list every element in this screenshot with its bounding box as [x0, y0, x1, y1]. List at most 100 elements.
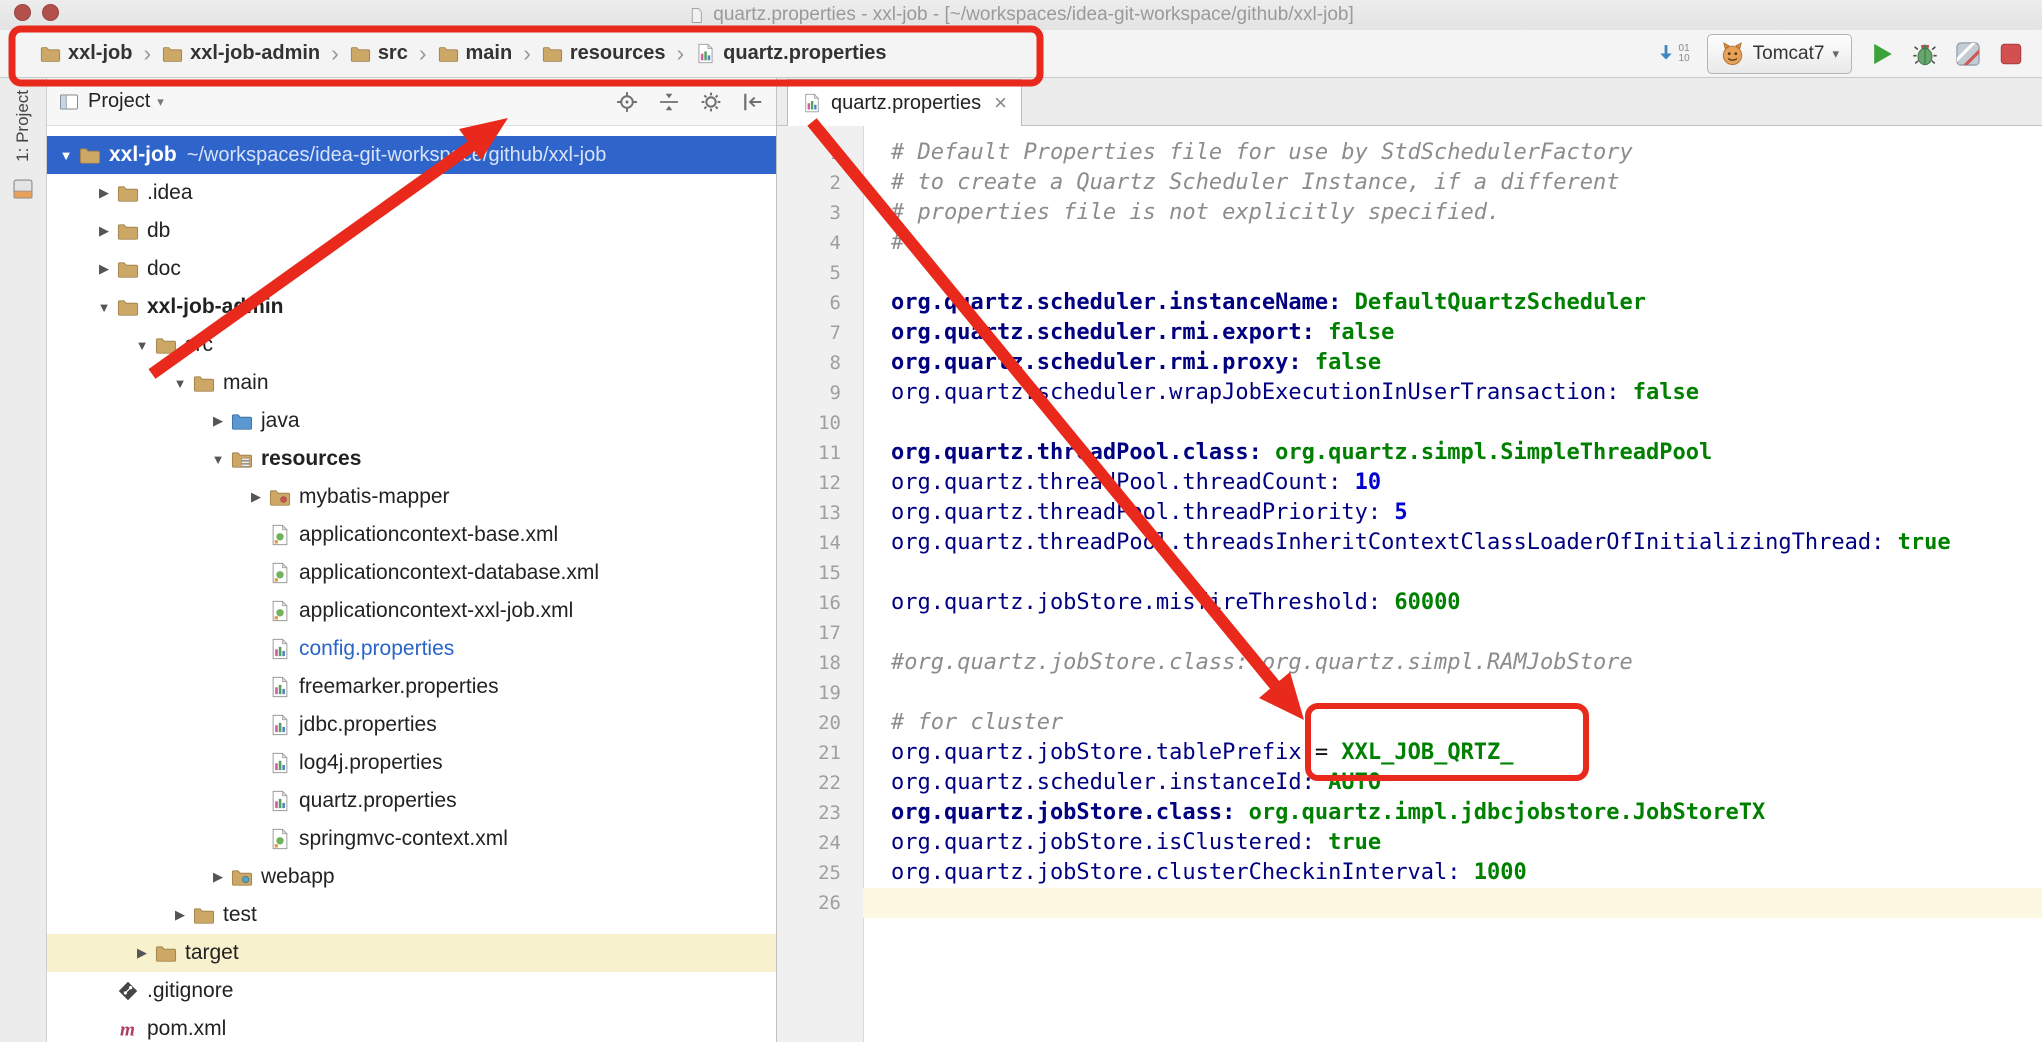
tree-item-xxl-job[interactable]: ▼xxl-job~/workspaces/idea-git-workspace/… [47, 136, 776, 174]
breadcrumb-item-resources[interactable]: resources [542, 42, 666, 65]
tool-window-icon[interactable] [12, 178, 34, 200]
chevron-collapsed-icon[interactable]: ▶ [167, 907, 193, 923]
code-text[interactable]: org.quartz.scheduler.rmi.proxy: false [863, 348, 2042, 378]
line-number: 24 [777, 828, 863, 858]
chevron-expanded-icon[interactable]: ▼ [167, 376, 193, 391]
tree-item-quartz.properties[interactable]: quartz.properties [47, 782, 776, 820]
tool-window-stripe: 1: Project [0, 78, 47, 1042]
code-text[interactable] [863, 408, 2042, 438]
code-text[interactable]: org.quartz.threadPool.threadsInheritCont… [863, 528, 2042, 558]
code-text[interactable]: # to create a Quartz Scheduler Instance,… [863, 168, 2042, 198]
chevron-collapsed-icon[interactable]: ▶ [91, 185, 117, 201]
code-area[interactable]: 1# Default Properties file for use by St… [777, 126, 2042, 918]
code-text[interactable]: org.quartz.scheduler.instanceName: Defau… [863, 288, 2042, 318]
window-minimize-button[interactable] [42, 4, 59, 21]
source-folder-icon [231, 410, 253, 432]
tree-item-applicationcontext-xxl-job.xml[interactable]: applicationcontext-xxl-job.xml [47, 592, 776, 630]
chevron-expanded-icon[interactable]: ▼ [205, 452, 231, 467]
tree-item-log4j.properties[interactable]: log4j.properties [47, 744, 776, 782]
code-text[interactable] [863, 558, 2042, 588]
code-text[interactable]: # for cluster [863, 708, 2042, 738]
tree-item-test[interactable]: ▶test [47, 896, 776, 934]
code-text[interactable]: # [863, 228, 2042, 258]
chevron-collapsed-icon[interactable]: ▶ [129, 945, 155, 961]
properties-file-icon [269, 638, 291, 660]
code-text[interactable]: org.quartz.jobStore.isClustered: true [863, 828, 2042, 858]
tree-item-path: ~/workspaces/idea-git-workspace/github/x… [187, 144, 607, 167]
hide-panel-icon[interactable] [742, 91, 764, 113]
stop-button[interactable] [1998, 41, 2024, 67]
code-text[interactable]: org.quartz.threadPool.class: org.quartz.… [863, 438, 2042, 468]
tree-item-webapp[interactable]: ▶webapp [47, 858, 776, 896]
code-text[interactable] [863, 888, 2042, 918]
code-token [1302, 740, 1315, 765]
run-button[interactable] [1869, 41, 1895, 67]
chevron-collapsed-icon[interactable]: ▶ [205, 869, 231, 885]
code-text[interactable]: org.quartz.scheduler.instanceId: AUTO [863, 768, 2042, 798]
tree-item-pom.xml[interactable]: mpom.xml [47, 1010, 776, 1042]
tree-item-resources[interactable]: ▼resources [47, 440, 776, 478]
code-text[interactable] [863, 618, 2042, 648]
chevron-down-icon[interactable]: ▾ [157, 94, 164, 110]
code-text[interactable]: org.quartz.threadPool.threadPriority: 5 [863, 498, 2042, 528]
chevron-expanded-icon[interactable]: ▼ [91, 300, 117, 315]
tree-item-java[interactable]: ▶java [47, 402, 776, 440]
tree-item-target[interactable]: ▶target [47, 934, 776, 972]
tree-item-.idea[interactable]: ▶.idea [47, 174, 776, 212]
code-token: XXL_JOB_QRTZ_ [1341, 740, 1513, 765]
code-text[interactable]: org.quartz.scheduler.wrapJobExecutionInU… [863, 378, 2042, 408]
tree-item-mybatis-mapper[interactable]: ▶mybatis-mapper [47, 478, 776, 516]
code-text[interactable]: # properties file is not explicitly spec… [863, 198, 2042, 228]
chevron-collapsed-icon[interactable]: ▶ [91, 261, 117, 277]
code-text[interactable]: org.quartz.jobStore.misfireThreshold: 60… [863, 588, 2042, 618]
chevron-collapsed-icon[interactable]: ▶ [91, 223, 117, 239]
code-text[interactable] [863, 678, 2042, 708]
locate-icon[interactable] [616, 91, 638, 113]
code-text[interactable]: org.quartz.jobStore.class: org.quartz.im… [863, 798, 2042, 828]
tree-item-src[interactable]: ▼src [47, 326, 776, 364]
incoming-count-bottom: 10 [1679, 54, 1690, 64]
editor-body: 1# Default Properties file for use by St… [777, 126, 2042, 1042]
code-token [1341, 470, 1354, 495]
coverage-button[interactable] [1955, 41, 1981, 67]
breadcrumb-item-xxl-job-admin[interactable]: xxl-job-admin [162, 42, 320, 65]
code-text[interactable]: # Default Properties file for use by Std… [863, 138, 2042, 168]
code-text[interactable]: org.quartz.jobStore.clusterCheckinInterv… [863, 858, 2042, 888]
code-text[interactable]: org.quartz.scheduler.rmi.export: false [863, 318, 2042, 348]
code-text[interactable]: org.quartz.threadPool.threadCount: 10 [863, 468, 2042, 498]
tree-item-.gitignore[interactable]: .gitignore [47, 972, 776, 1010]
tree-item-db[interactable]: ▶db [47, 212, 776, 250]
tree-item-freemarker.properties[interactable]: freemarker.properties [47, 668, 776, 706]
code-line-22: 22org.quartz.scheduler.instanceId: AUTO [777, 768, 2042, 798]
code-text[interactable]: #org.quartz.jobStore.class: org.quartz.s… [863, 648, 2042, 678]
project-stripe-button[interactable]: 1: Project [13, 90, 33, 162]
chevron-expanded-icon[interactable]: ▼ [129, 338, 155, 353]
tree-item-xxl-job-admin[interactable]: ▼xxl-job-admin [47, 288, 776, 326]
close-tab-icon[interactable]: × [994, 92, 1007, 114]
run-configuration-selector[interactable]: Tomcat7 ▾ [1707, 34, 1852, 74]
tab-quartz-properties[interactable]: quartz.properties × [787, 79, 1022, 126]
tree-item-applicationcontext-base.xml[interactable]: applicationcontext-base.xml [47, 516, 776, 554]
window-close-button[interactable] [14, 4, 31, 21]
tree-item-doc[interactable]: ▶doc [47, 250, 776, 288]
code-text[interactable] [863, 258, 2042, 288]
collapse-all-icon[interactable] [658, 91, 680, 113]
tree-item-springmvc-context.xml[interactable]: springmvc-context.xml [47, 820, 776, 858]
breadcrumb-item-main[interactable]: main [438, 42, 513, 65]
tree-item-jdbc.properties[interactable]: jdbc.properties [47, 706, 776, 744]
tree-item-applicationcontext-database.xml[interactable]: applicationcontext-database.xml [47, 554, 776, 592]
breadcrumb-item-src[interactable]: src [350, 42, 408, 65]
project-panel-title[interactable]: Project [88, 90, 150, 113]
chevron-collapsed-icon[interactable]: ▶ [243, 489, 269, 505]
code-text[interactable]: org.quartz.jobStore.tablePrefix = XXL_JO… [863, 738, 2042, 768]
chevron-collapsed-icon[interactable]: ▶ [205, 413, 231, 429]
tree-item-main[interactable]: ▼main [47, 364, 776, 402]
settings-gear-icon[interactable] [700, 91, 722, 113]
debug-button[interactable] [1912, 41, 1938, 67]
line-number: 20 [777, 708, 863, 738]
tree-item-config.properties[interactable]: config.properties [47, 630, 776, 668]
incoming-changes-widget[interactable]: 01 10 [1655, 43, 1690, 65]
breadcrumb-item-quartz.properties[interactable]: quartz.properties [695, 42, 886, 65]
breadcrumb-item-xxl-job[interactable]: xxl-job [40, 42, 132, 65]
chevron-expanded-icon[interactable]: ▼ [53, 148, 79, 163]
